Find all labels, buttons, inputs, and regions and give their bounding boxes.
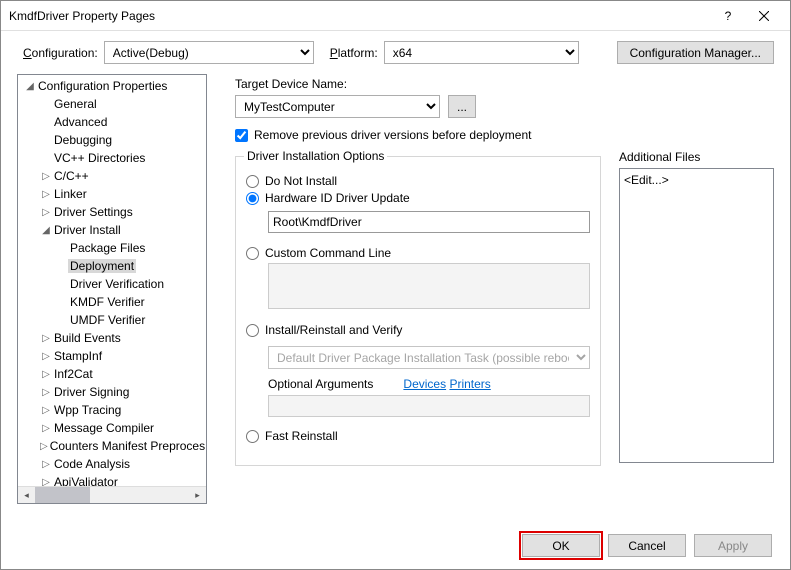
scroll-thumb[interactable] <box>35 487 90 504</box>
tree-item-build-events[interactable]: ▷Build Events <box>18 329 206 347</box>
tree-item-message-compiler[interactable]: ▷Message Compiler <box>18 419 206 437</box>
config-row: Configuration: Active(Debug) Platform: x… <box>1 31 790 74</box>
tree-horizontal-scrollbar[interactable]: ◂ ▸ <box>18 486 206 503</box>
install-task-select[interactable]: Default Driver Package Installation Task… <box>268 346 590 369</box>
tree-item-stampinf[interactable]: ▷StampInf <box>18 347 206 365</box>
caret-right-icon: ▷ <box>40 369 52 380</box>
edit-placeholder: <Edit...> <box>624 173 669 187</box>
tree-item-kmdf-verifier[interactable]: KMDF Verifier <box>18 293 206 311</box>
scroll-track[interactable] <box>35 487 189 504</box>
form-panel: Target Device Name: MyTestComputer ... R… <box>207 74 774 504</box>
scroll-right-button[interactable]: ▸ <box>189 487 206 504</box>
titlebar: KmdfDriver Property Pages ? <box>1 1 790 31</box>
tree-item-inf2cat[interactable]: ▷Inf2Cat <box>18 365 206 383</box>
dialog-footer: OK Cancel Apply <box>522 534 772 557</box>
platform-select[interactable]: x64 <box>384 41 579 64</box>
configuration-select[interactable]: Active(Debug) <box>104 41 314 64</box>
hardware-id-radio[interactable] <box>246 192 259 205</box>
remove-previous-label: Remove previous driver versions before d… <box>254 128 531 142</box>
additional-files-label: Additional Files <box>619 150 774 164</box>
close-icon <box>759 11 769 21</box>
printers-link[interactable]: Printers <box>449 377 490 391</box>
caret-right-icon: ▷ <box>40 387 52 398</box>
hardware-id-label: Hardware ID Driver Update <box>265 191 410 205</box>
tree-item-code-analysis[interactable]: ▷Code Analysis <box>18 455 206 473</box>
tree-item-deployment[interactable]: Deployment <box>18 257 206 275</box>
property-pages-dialog: KmdfDriver Property Pages ? Configuratio… <box>0 0 791 570</box>
browse-target-button[interactable]: ... <box>448 95 476 118</box>
devices-link[interactable]: Devices <box>403 377 446 391</box>
group-title: Driver Installation Options <box>244 149 387 163</box>
additional-files-listbox[interactable]: <Edit...> <box>619 168 774 463</box>
caret-right-icon: ▷ <box>40 189 52 200</box>
scroll-left-button[interactable]: ◂ <box>18 487 35 504</box>
tree-root[interactable]: ◢Configuration Properties <box>18 77 206 95</box>
platform-label: Platform: <box>330 46 378 60</box>
tree-item-linker[interactable]: ▷Linker <box>18 185 206 203</box>
configuration-manager-button[interactable]: Configuration Manager... <box>617 41 774 64</box>
optional-args-label: Optional Arguments <box>268 377 373 391</box>
caret-right-icon: ▷ <box>40 459 52 470</box>
caret-right-icon: ▷ <box>40 333 52 344</box>
caret-right-icon: ▷ <box>40 207 52 218</box>
tree-item-package-files[interactable]: Package Files <box>18 239 206 257</box>
tree-item-counters-manifest-preproces[interactable]: ▷Counters Manifest Preproces <box>18 437 206 455</box>
configuration-label: Configuration: <box>23 46 98 60</box>
driver-install-options-group: Driver Installation Options Do Not Insta… <box>235 156 601 466</box>
tree-item-driver-signing[interactable]: ▷Driver Signing <box>18 383 206 401</box>
optional-args-input[interactable] <box>268 395 590 417</box>
cancel-button[interactable]: Cancel <box>608 534 686 557</box>
custom-cmd-radio[interactable] <box>246 247 259 260</box>
custom-cmd-label: Custom Command Line <box>265 246 391 260</box>
tree-item-c-c-[interactable]: ▷C/C++ <box>18 167 206 185</box>
caret-right-icon: ▷ <box>40 441 48 452</box>
do-not-install-label: Do Not Install <box>265 174 337 188</box>
caret-right-icon: ▷ <box>40 351 52 362</box>
caret-down-icon: ◢ <box>24 81 36 92</box>
tree-item-driver-settings[interactable]: ▷Driver Settings <box>18 203 206 221</box>
tree-item-debugging[interactable]: Debugging <box>18 131 206 149</box>
fast-reinstall-label: Fast Reinstall <box>265 429 338 443</box>
tree-item-wpp-tracing[interactable]: ▷Wpp Tracing <box>18 401 206 419</box>
tree-item-umdf-verifier[interactable]: UMDF Verifier <box>18 311 206 329</box>
hardware-id-input[interactable] <box>268 211 590 233</box>
fast-reinstall-radio[interactable] <box>246 430 259 443</box>
install-verify-label: Install/Reinstall and Verify <box>265 323 402 337</box>
target-device-label: Target Device Name: <box>235 77 774 91</box>
ok-button[interactable]: OK <box>522 534 600 557</box>
tree-item-advanced[interactable]: Advanced <box>18 113 206 131</box>
main-area: ◢Configuration PropertiesGeneralAdvanced… <box>1 74 790 504</box>
apply-button[interactable]: Apply <box>694 534 772 557</box>
tree-item-vc-directories[interactable]: VC++ Directories <box>18 149 206 167</box>
tree-item-driver-install[interactable]: ◢Driver Install <box>18 221 206 239</box>
caret-down-icon: ◢ <box>40 225 52 236</box>
tree-panel: ◢Configuration PropertiesGeneralAdvanced… <box>17 74 207 504</box>
close-button[interactable] <box>746 2 782 30</box>
caret-right-icon: ▷ <box>40 423 52 434</box>
do-not-install-radio[interactable] <box>246 175 259 188</box>
caret-right-icon: ▷ <box>40 405 52 416</box>
tree-item-general[interactable]: General <box>18 95 206 113</box>
window-title: KmdfDriver Property Pages <box>9 9 710 23</box>
tree-item-driver-verification[interactable]: Driver Verification <box>18 275 206 293</box>
custom-cmd-textarea[interactable] <box>268 263 590 309</box>
caret-right-icon: ▷ <box>40 171 52 182</box>
remove-previous-checkbox[interactable] <box>235 129 248 142</box>
help-button[interactable]: ? <box>710 2 746 30</box>
install-verify-radio[interactable] <box>246 324 259 337</box>
target-device-select[interactable]: MyTestComputer <box>235 95 440 118</box>
